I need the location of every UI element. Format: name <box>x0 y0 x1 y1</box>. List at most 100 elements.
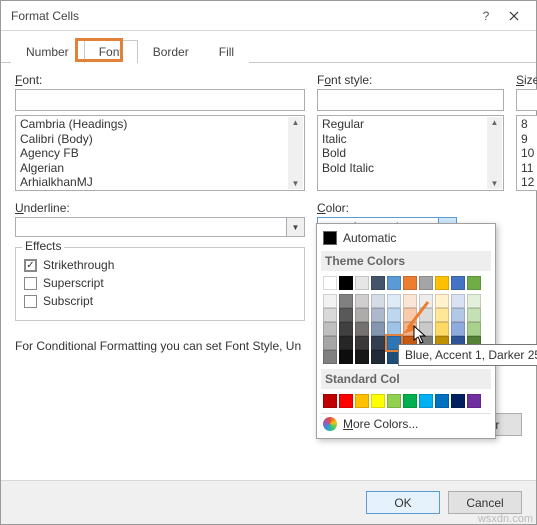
more-colors-option[interactable]: More Colors... <box>321 413 491 434</box>
underline-label: Underline: <box>15 201 305 215</box>
color-swatch[interactable] <box>323 322 337 336</box>
color-swatch[interactable] <box>403 322 417 336</box>
color-swatch[interactable] <box>387 394 401 408</box>
color-swatch[interactable] <box>339 322 353 336</box>
tab-font[interactable]: Font <box>84 40 138 63</box>
color-swatch[interactable] <box>467 308 481 322</box>
color-swatch[interactable] <box>467 294 481 308</box>
color-swatch[interactable] <box>419 308 433 322</box>
color-swatch[interactable] <box>435 276 449 290</box>
color-swatch[interactable] <box>323 394 337 408</box>
color-swatch[interactable] <box>451 394 465 408</box>
subscript-checkbox[interactable]: Subscript <box>24 294 296 308</box>
size-input[interactable] <box>516 89 537 111</box>
underline-combo[interactable]: ▼ <box>15 217 305 237</box>
list-item[interactable]: Calibri (Body) <box>16 132 304 147</box>
help-button[interactable]: ? <box>472 5 500 27</box>
list-item[interactable]: Italic <box>318 132 503 147</box>
list-item[interactable]: Bold <box>318 146 503 161</box>
fontstyle-input[interactable] <box>317 89 504 111</box>
color-swatch[interactable] <box>403 394 417 408</box>
color-swatch[interactable] <box>355 294 369 308</box>
close-button[interactable] <box>500 5 528 27</box>
color-swatch[interactable] <box>403 308 417 322</box>
list-item[interactable]: 8 <box>517 117 537 132</box>
superscript-checkbox[interactable]: Superscript <box>24 276 296 290</box>
color-swatch[interactable] <box>355 394 369 408</box>
color-swatch[interactable] <box>371 336 385 350</box>
color-swatch[interactable] <box>387 308 401 322</box>
scrollbar[interactable]: ▲▼ <box>288 117 303 189</box>
color-swatch[interactable] <box>339 394 353 408</box>
chevron-down-icon[interactable]: ▼ <box>286 218 304 236</box>
check-label: Strikethrough <box>43 258 114 272</box>
list-item[interactable]: Arial <box>16 190 304 192</box>
color-swatch[interactable] <box>339 294 353 308</box>
color-swatch[interactable] <box>419 322 433 336</box>
color-swatch[interactable] <box>435 322 449 336</box>
list-item[interactable]: 11 <box>517 161 537 176</box>
color-picker-popup: Automatic Theme Colors Standard Col More… <box>316 223 496 439</box>
color-swatch[interactable] <box>371 350 385 364</box>
color-swatch[interactable] <box>451 294 465 308</box>
color-swatch[interactable] <box>323 350 337 364</box>
color-swatch[interactable] <box>419 394 433 408</box>
color-swatch[interactable] <box>323 308 337 322</box>
color-swatch[interactable] <box>435 308 449 322</box>
automatic-color-option[interactable]: Automatic <box>321 228 491 248</box>
list-item[interactable]: Cambria (Headings) <box>16 117 304 132</box>
color-swatch[interactable] <box>355 322 369 336</box>
color-swatch[interactable] <box>467 322 481 336</box>
color-swatch[interactable] <box>371 294 385 308</box>
scrollbar[interactable]: ▲▼ <box>487 117 502 189</box>
list-item[interactable]: Agency FB <box>16 146 304 161</box>
color-swatch[interactable] <box>339 276 353 290</box>
font-listbox[interactable]: Cambria (Headings) Calibri (Body) Agency… <box>15 115 305 191</box>
list-item[interactable]: Regular <box>318 117 503 132</box>
tab-fill[interactable]: Fill <box>204 40 249 63</box>
color-swatch[interactable] <box>371 322 385 336</box>
color-swatch[interactable] <box>435 294 449 308</box>
tab-border[interactable]: Border <box>138 40 204 63</box>
color-swatch[interactable] <box>355 336 369 350</box>
color-swatch[interactable] <box>467 276 481 290</box>
color-swatch[interactable] <box>387 322 401 336</box>
list-item[interactable]: Bold Italic <box>318 161 503 176</box>
color-swatch[interactable] <box>451 308 465 322</box>
color-swatch[interactable] <box>339 336 353 350</box>
list-item[interactable]: 12 <box>517 175 537 190</box>
ok-button[interactable]: OK <box>366 491 440 514</box>
fontstyle-listbox[interactable]: Regular Italic Bold Bold Italic ▲▼ <box>317 115 504 191</box>
tab-number[interactable]: Number <box>11 40 84 63</box>
cancel-button[interactable]: Cancel <box>448 491 522 514</box>
color-swatch[interactable] <box>371 308 385 322</box>
color-swatch[interactable] <box>323 336 337 350</box>
color-swatch[interactable] <box>419 294 433 308</box>
color-swatch[interactable] <box>467 394 481 408</box>
color-swatch[interactable] <box>323 276 337 290</box>
color-swatch[interactable] <box>339 308 353 322</box>
color-swatch[interactable] <box>355 350 369 364</box>
color-swatch[interactable] <box>371 394 385 408</box>
color-swatch[interactable] <box>355 276 369 290</box>
color-swatch[interactable] <box>371 276 385 290</box>
list-item[interactable]: 9 <box>517 132 537 147</box>
color-swatch[interactable] <box>387 276 401 290</box>
color-swatch[interactable] <box>323 294 337 308</box>
color-swatch[interactable] <box>355 308 369 322</box>
color-swatch[interactable] <box>387 294 401 308</box>
color-swatch[interactable] <box>339 350 353 364</box>
color-swatch[interactable] <box>435 394 449 408</box>
list-item[interactable]: ArhialkhanMJ <box>16 175 304 190</box>
size-listbox[interactable]: 8 9 10 11 12 14 ▲▼ <box>516 115 537 191</box>
color-swatch[interactable] <box>419 276 433 290</box>
color-swatch[interactable] <box>451 276 465 290</box>
list-item[interactable]: 10 <box>517 146 537 161</box>
color-swatch[interactable] <box>451 322 465 336</box>
font-input[interactable] <box>15 89 305 111</box>
list-item[interactable]: 14 <box>517 190 537 192</box>
list-item[interactable]: Algerian <box>16 161 304 176</box>
color-swatch[interactable] <box>403 294 417 308</box>
strikethrough-checkbox[interactable]: ✓ Strikethrough <box>24 258 296 272</box>
color-swatch[interactable] <box>403 276 417 290</box>
